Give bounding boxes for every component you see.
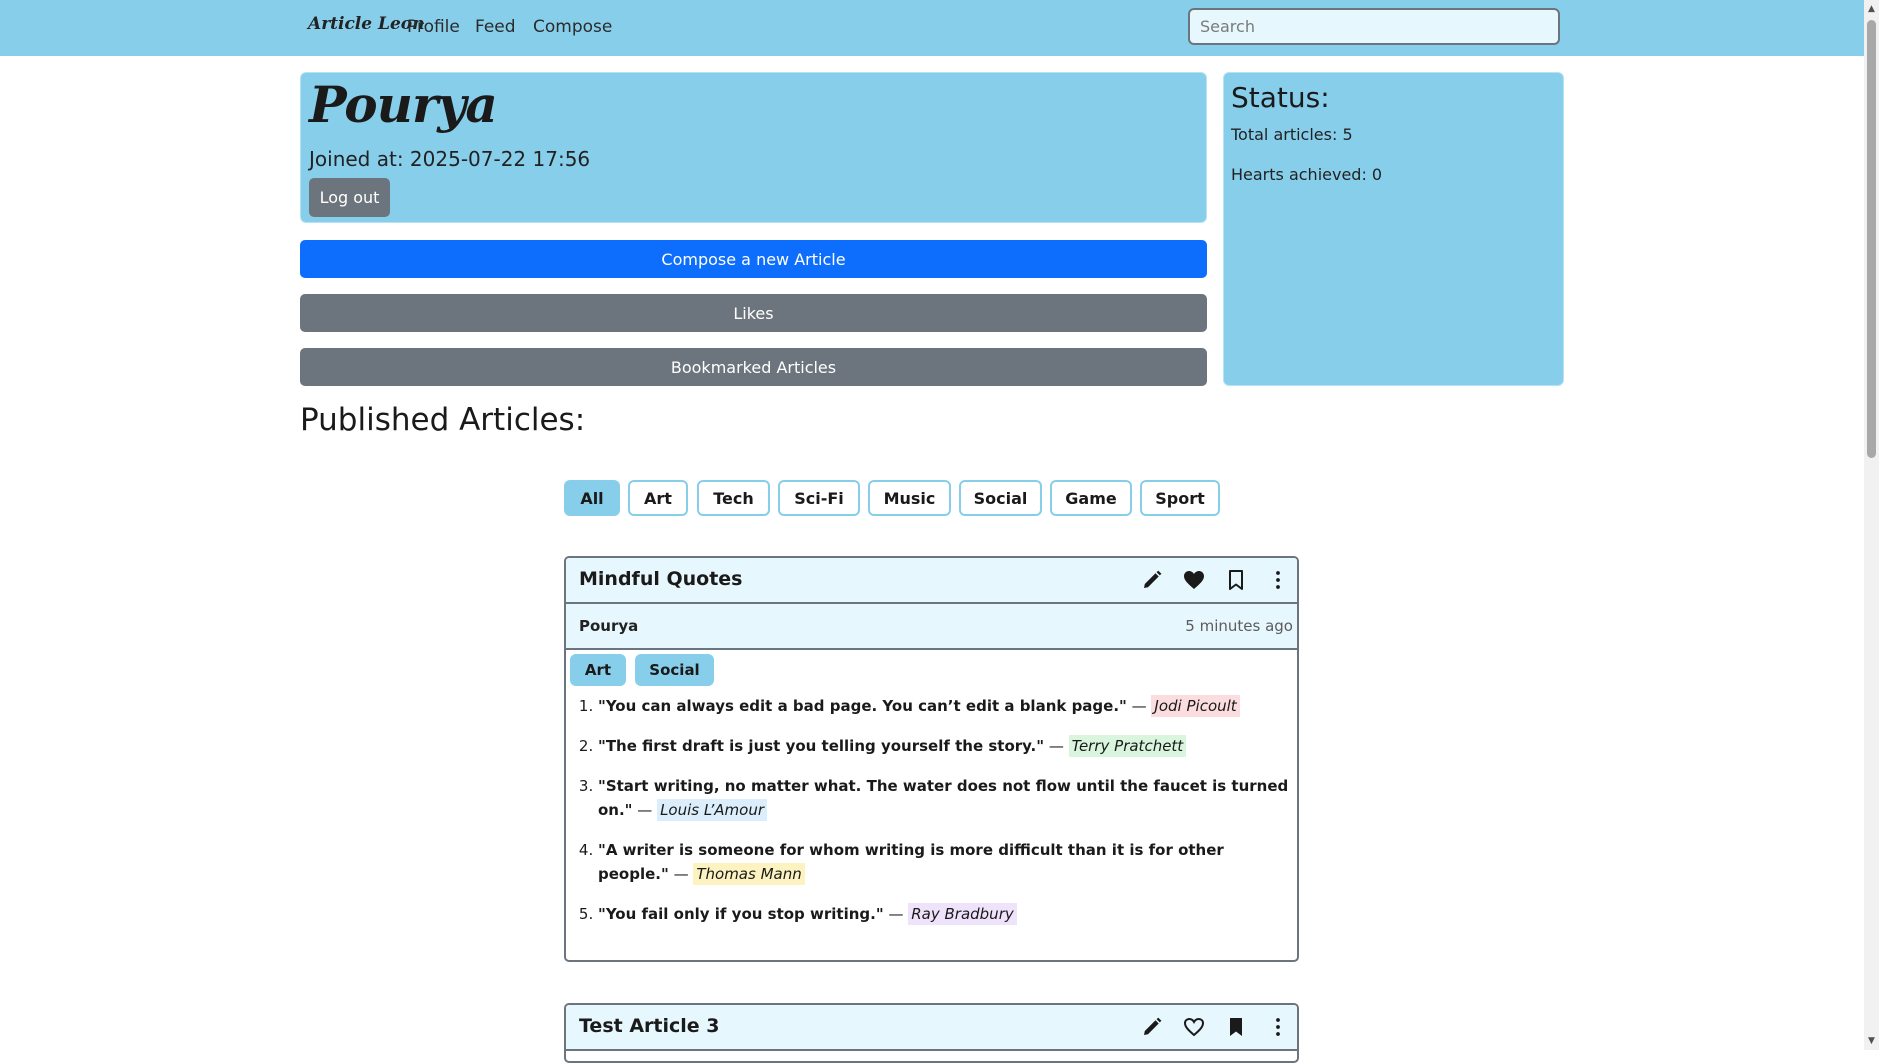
- list-item: "You fail only if you stop writing." — R…: [598, 902, 1297, 926]
- total-articles: Total articles: 5: [1231, 125, 1353, 144]
- search-input[interactable]: [1188, 8, 1560, 45]
- status-title: Status:: [1231, 81, 1330, 114]
- tag-social[interactable]: Social: [635, 654, 714, 686]
- likes-button[interactable]: Likes: [300, 294, 1207, 332]
- nav-feed[interactable]: Feed: [475, 17, 516, 37]
- navbar: Article Leon Profile Feed Compose: [0, 0, 1864, 56]
- article-title[interactable]: Mindful Quotes: [579, 568, 742, 590]
- article-time: 5 minutes ago: [1185, 617, 1293, 635]
- category-sport[interactable]: Sport: [1140, 480, 1220, 516]
- compose-article-button[interactable]: Compose a new Article: [300, 240, 1207, 278]
- list-item: "You can always edit a bad page. You can…: [598, 694, 1297, 718]
- category-art[interactable]: Art: [628, 480, 688, 516]
- more-options-icon[interactable]: [1266, 568, 1290, 592]
- more-options-icon[interactable]: [1266, 1015, 1290, 1039]
- article-title[interactable]: Test Article 3: [579, 1015, 720, 1037]
- bookmark-filled-icon[interactable]: [1224, 1015, 1248, 1039]
- status-card: Status: Total articles: 5 Hearts achieve…: [1223, 72, 1564, 386]
- category-music[interactable]: Music: [868, 480, 951, 516]
- published-articles-heading: Published Articles:: [300, 402, 586, 438]
- list-item: "A writer is someone for whom writing is…: [598, 838, 1297, 886]
- category-game[interactable]: Game: [1050, 480, 1132, 516]
- article-header: Mindful Quotes: [566, 558, 1297, 604]
- edit-pencil-icon[interactable]: [1140, 568, 1164, 592]
- category-all[interactable]: All: [564, 480, 620, 516]
- bookmark-outline-icon[interactable]: [1224, 568, 1248, 592]
- heart-filled-icon[interactable]: [1182, 568, 1206, 592]
- joined-date: Joined at: 2025-07-22 17:56: [309, 147, 591, 171]
- list-item: "The first draft is just you telling you…: [598, 734, 1297, 758]
- profile-name: Pourya: [309, 75, 498, 134]
- category-sci-fi[interactable]: Sci-Fi: [778, 480, 860, 516]
- article-tags: Art Social: [566, 650, 1297, 694]
- scroll-up-arrow-icon[interactable]: ▲: [1868, 4, 1875, 14]
- logout-button[interactable]: Log out: [309, 178, 390, 217]
- article-meta: Pourya 5 minutes ago: [566, 604, 1297, 650]
- heart-outline-icon[interactable]: [1182, 1015, 1206, 1039]
- profile-card: Pourya Joined at: 2025-07-22 17:56 Log o…: [300, 72, 1207, 223]
- bookmarked-articles-button[interactable]: Bookmarked Articles: [300, 348, 1207, 386]
- list-item: "Start writing, no matter what. The wate…: [598, 774, 1297, 822]
- category-tech[interactable]: Tech: [697, 480, 770, 516]
- tag-art[interactable]: Art: [570, 654, 626, 686]
- article-header: Test Article 3: [566, 1005, 1297, 1051]
- article-card: Test Article 3: [564, 1003, 1299, 1063]
- nav-compose[interactable]: Compose: [533, 17, 612, 37]
- hearts-achieved: Hearts achieved: 0: [1231, 165, 1383, 184]
- category-social[interactable]: Social: [959, 480, 1042, 516]
- edit-pencil-icon[interactable]: [1140, 1015, 1164, 1039]
- scrollbar-thumb[interactable]: [1867, 20, 1876, 458]
- article-author[interactable]: Pourya: [579, 617, 638, 635]
- quote-list: "You can always edit a bad page. You can…: [566, 694, 1297, 926]
- nav-profile[interactable]: Profile: [407, 17, 460, 37]
- article-card: Mindful Quotes Pourya 5 minutes ago Art …: [564, 556, 1299, 962]
- scroll-down-arrow-icon[interactable]: ▼: [1868, 1036, 1875, 1046]
